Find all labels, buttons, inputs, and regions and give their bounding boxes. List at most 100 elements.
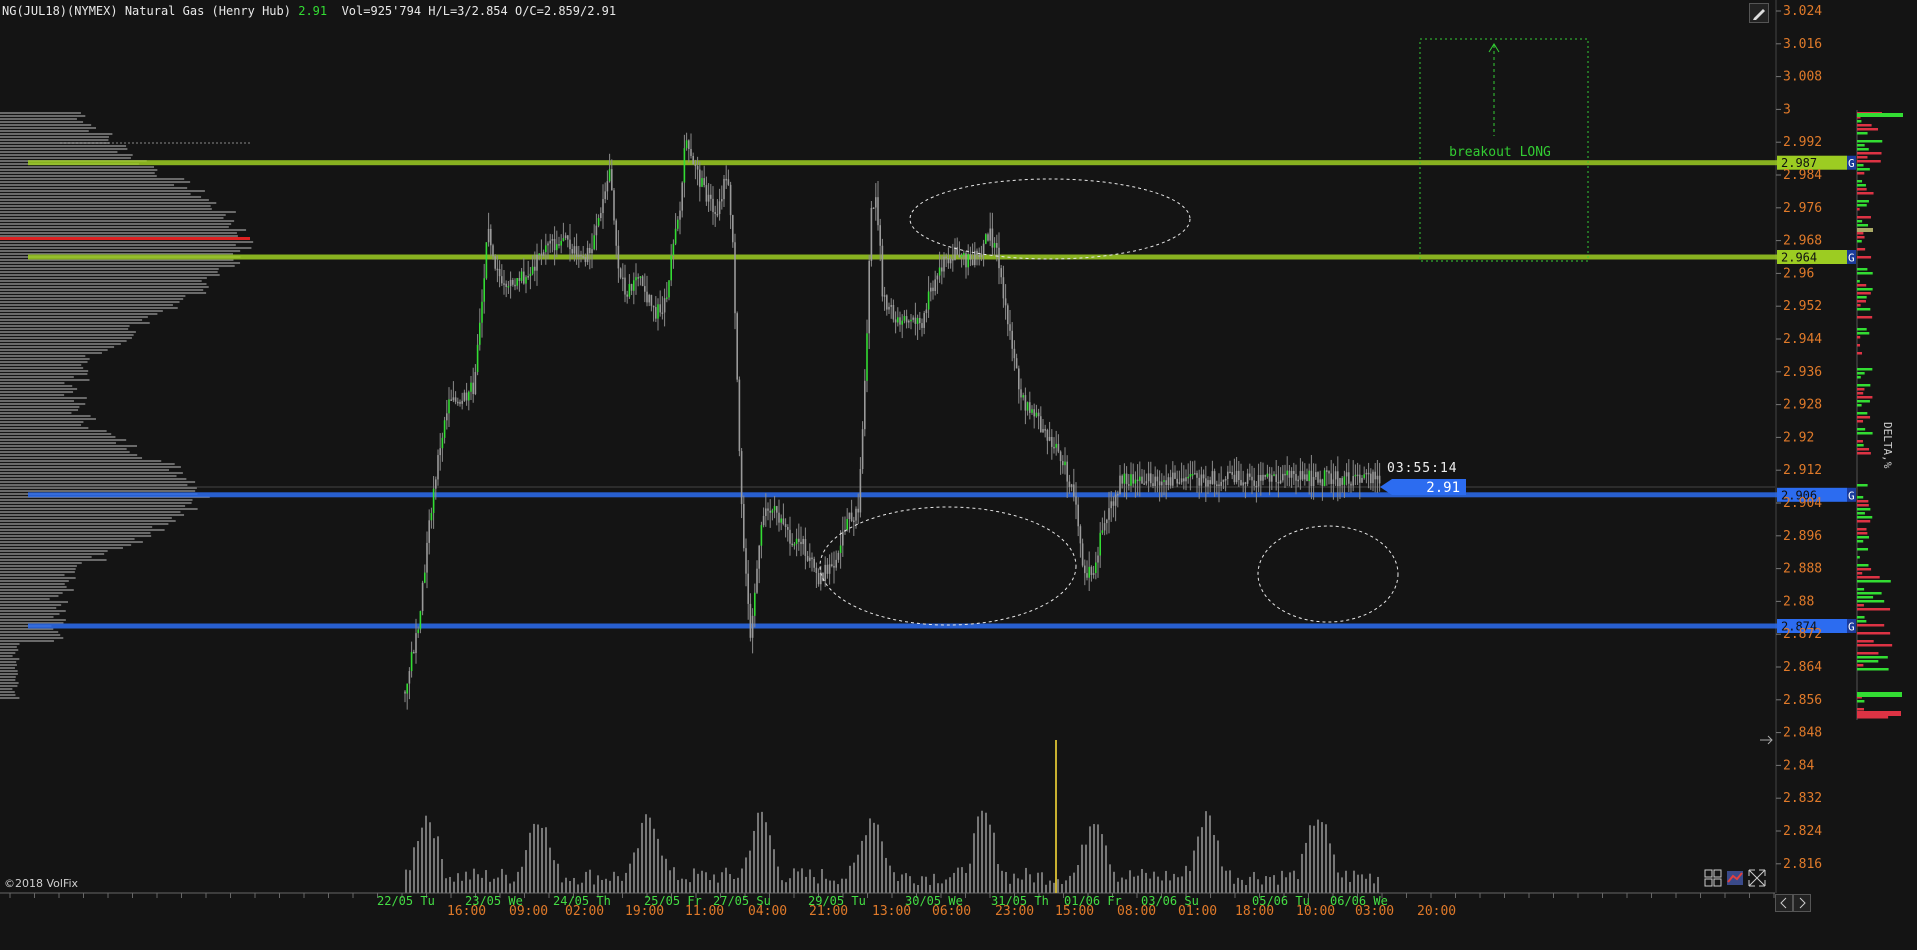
profile-bar — [0, 358, 90, 360]
candle-body — [773, 506, 776, 511]
profile-bar — [0, 112, 81, 114]
volume-bar — [1225, 870, 1227, 893]
candle-body — [778, 512, 780, 523]
delta-bar — [1857, 600, 1885, 603]
candle-body — [780, 518, 782, 523]
delta-bar — [1857, 404, 1862, 407]
candle-body — [914, 317, 917, 324]
candle-body — [619, 268, 622, 278]
volume-bar — [713, 874, 715, 893]
candle-body — [468, 391, 470, 401]
profile-bar — [0, 328, 129, 330]
candle-body — [505, 283, 507, 287]
volume-bar — [1065, 880, 1067, 893]
candle-body — [494, 256, 496, 269]
volume-bar — [449, 876, 451, 893]
candle-body — [1068, 481, 1071, 487]
candle-body — [1301, 471, 1304, 480]
candle-body — [795, 538, 798, 544]
candle-body — [1207, 480, 1209, 487]
candle-body — [712, 198, 714, 213]
profile-bar — [0, 325, 130, 327]
candle-body — [694, 164, 697, 167]
chart-canvas[interactable]: 2.987 G2.964 G2.906 G2.874 G 2.91 breakout L… — [0, 0, 1917, 950]
candle-body — [417, 629, 419, 634]
volume-bar — [749, 850, 751, 893]
candle-body — [509, 279, 512, 287]
profile-bar — [0, 418, 96, 420]
y-tick-label-2_88: 2.88 — [1783, 594, 1814, 609]
candle-body — [520, 271, 523, 281]
top-ellipse — [909, 178, 1191, 260]
delta-bar — [1857, 216, 1871, 219]
candle-body — [1004, 298, 1007, 306]
layers-button[interactable] — [1725, 868, 1745, 888]
candle-body — [1286, 470, 1288, 476]
delta-bar — [1857, 132, 1868, 135]
expand-button[interactable] — [1747, 868, 1767, 888]
profile-bar — [0, 355, 86, 357]
delta-bar — [1857, 144, 1865, 147]
volume-bar — [1305, 842, 1307, 893]
delta-bar — [1857, 160, 1881, 163]
candle-body — [1119, 475, 1121, 494]
profile-bar — [0, 604, 62, 606]
volume-bar — [877, 824, 879, 893]
candle-body — [1297, 479, 1299, 482]
volume-bar — [669, 870, 671, 893]
candle-body — [450, 399, 452, 401]
volume-bar — [1013, 873, 1015, 893]
profile-bar — [0, 157, 131, 159]
candle-body — [485, 242, 488, 279]
profile-bar — [0, 337, 132, 339]
candle-body — [894, 319, 897, 323]
bottom-ellipse-right — [1257, 525, 1399, 623]
candle-body — [1163, 480, 1165, 482]
candle-body — [881, 245, 884, 297]
delta-bar — [1857, 296, 1867, 299]
pencil-button[interactable] — [1749, 3, 1769, 23]
delta-bar — [1857, 376, 1861, 379]
profile-bar — [0, 508, 198, 510]
candle-body — [461, 400, 463, 404]
candle-body — [1136, 479, 1139, 482]
pencil-icon — [1753, 9, 1765, 20]
candle-body — [487, 228, 490, 243]
volume-bar — [1049, 880, 1051, 893]
profile-bar — [0, 118, 77, 120]
grid-button[interactable] — [1703, 868, 1723, 888]
profile-bar — [0, 373, 88, 375]
volume-bar — [489, 881, 491, 893]
candle-body — [1114, 494, 1117, 506]
volume-bar — [545, 827, 547, 893]
profile-bar — [0, 616, 54, 618]
profile-bar — [0, 295, 186, 297]
delta-bar — [1857, 184, 1866, 187]
volume-bar — [1317, 819, 1319, 893]
candle-body — [564, 235, 567, 239]
candle-body — [1367, 472, 1370, 475]
candle-body — [646, 291, 648, 303]
volume-bar — [897, 880, 899, 893]
candle-body — [861, 429, 864, 470]
candle-body — [1306, 474, 1308, 481]
pan-right-icon — [1799, 897, 1806, 909]
y-tick-label-2_848: 2.848 — [1783, 726, 1822, 741]
x-axis: 22/05 Tu 23/05 We 24/05 Th 25/05 Fr 27/05 Su… — [377, 894, 1456, 919]
candle-body — [705, 184, 708, 202]
candle-body — [912, 317, 914, 320]
delta-bar — [1857, 568, 1872, 571]
volume-bar — [425, 815, 427, 893]
candle-body — [432, 488, 435, 514]
pan-left-button[interactable] — [1775, 894, 1793, 912]
candle-body — [787, 527, 789, 530]
volume-bar — [1273, 875, 1275, 893]
profile-bar — [0, 433, 112, 435]
delta-bar — [1857, 444, 1864, 447]
y-tick-label-3_024: 3.024 — [1783, 4, 1822, 19]
delta-bar-low — [1857, 692, 1902, 697]
pan-right-button[interactable] — [1793, 894, 1811, 912]
candle-body — [998, 247, 1000, 269]
delta-bar — [1857, 172, 1865, 175]
candle-body — [1308, 470, 1310, 481]
